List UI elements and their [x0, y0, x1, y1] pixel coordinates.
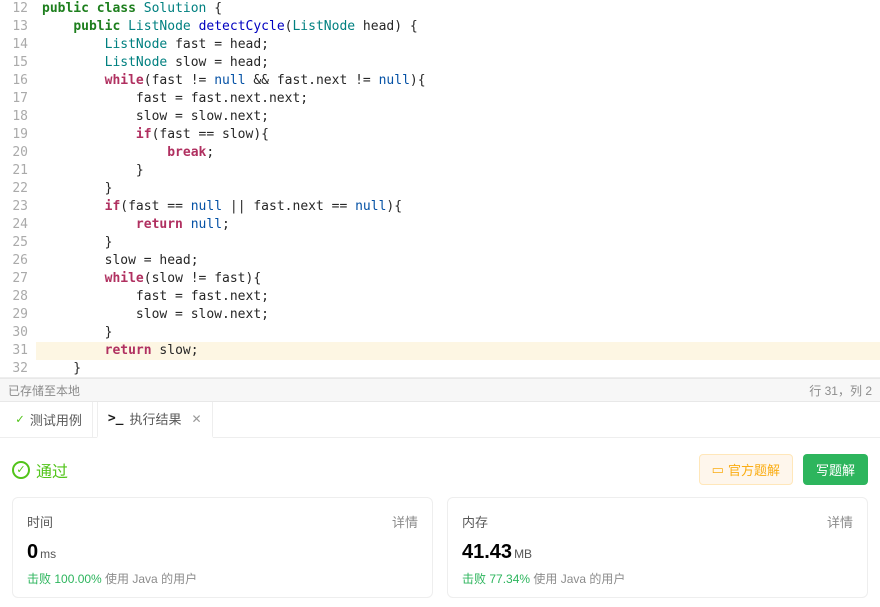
line-number: 27	[0, 270, 28, 288]
tab-result-label: 执行结果	[130, 409, 182, 428]
code-line[interactable]: }	[36, 324, 880, 342]
line-number: 22	[0, 180, 28, 198]
pass-label: 通过	[36, 458, 68, 482]
code-line[interactable]: public ListNode detectCycle(ListNode hea…	[36, 18, 880, 36]
line-number: 25	[0, 234, 28, 252]
close-icon[interactable]: ✕	[192, 412, 202, 426]
code-line[interactable]: if(fast == slow){	[36, 126, 880, 144]
time-beat-suffix: 使用 Java 的用户	[102, 572, 197, 586]
stats-row: 时间 详情 0ms 击败 100.00% 使用 Java 的用户 内存 详情 4…	[0, 497, 880, 598]
editor-statusbar: 已存储至本地 行 31，列 2	[0, 378, 880, 402]
pass-status: ✓ 通过	[12, 458, 68, 482]
memory-title: 内存	[462, 512, 488, 531]
line-number: 13	[0, 18, 28, 36]
code-line[interactable]: break;	[36, 144, 880, 162]
line-number: 18	[0, 108, 28, 126]
time-value: 0ms	[27, 541, 418, 564]
line-gutter: 1213141516171819202122232425262728293031…	[0, 0, 36, 377]
official-solution-label: 官方题解	[728, 460, 780, 479]
terminal-icon: >_	[108, 411, 124, 426]
book-icon: ▭	[712, 462, 724, 478]
result-tabs: ✓ 测试用例 >_ 执行结果 ✕	[0, 402, 880, 438]
line-number: 20	[0, 144, 28, 162]
memory-beat-suffix: 使用 Java 的用户	[530, 572, 625, 586]
code-editor[interactable]: 1213141516171819202122232425262728293031…	[0, 0, 880, 378]
time-panel: 时间 详情 0ms 击败 100.00% 使用 Java 的用户	[12, 497, 433, 598]
time-beat: 击败 100.00% 使用 Java 的用户	[27, 570, 418, 587]
cursor-position: 行 31，列 2	[809, 382, 872, 399]
line-number: 16	[0, 72, 28, 90]
line-number: 15	[0, 54, 28, 72]
code-area[interactable]: public class Solution { public ListNode …	[36, 0, 880, 377]
code-line[interactable]: ListNode slow = head;	[36, 54, 880, 72]
official-solution-button[interactable]: ▭ 官方题解	[699, 454, 793, 485]
line-number: 29	[0, 306, 28, 324]
code-line[interactable]: }	[36, 234, 880, 252]
write-solution-label: 写题解	[816, 460, 855, 479]
memory-value: 41.43MB	[462, 541, 853, 564]
code-line[interactable]: fast = fast.next;	[36, 288, 880, 306]
line-number: 14	[0, 36, 28, 54]
memory-number: 41.43	[462, 541, 512, 563]
check-icon: ✓	[16, 412, 24, 427]
line-number: 12	[0, 0, 28, 18]
memory-beat-prefix: 击败	[462, 572, 489, 586]
result-header: ✓ 通过 ▭ 官方题解 写题解	[0, 438, 880, 497]
code-line[interactable]: return slow;	[36, 342, 880, 360]
time-title: 时间	[27, 512, 53, 531]
check-circle-icon: ✓	[12, 461, 30, 479]
code-line[interactable]: while(fast != null && fast.next != null)…	[36, 72, 880, 90]
line-number: 26	[0, 252, 28, 270]
tab-testcase[interactable]: ✓ 测试用例	[6, 402, 93, 438]
result-buttons: ▭ 官方题解 写题解	[699, 454, 868, 485]
saved-indicator: 已存储至本地	[8, 382, 80, 399]
tab-testcase-label: 测试用例	[30, 410, 82, 429]
line-number: 24	[0, 216, 28, 234]
code-line[interactable]: fast = fast.next.next;	[36, 90, 880, 108]
time-beat-pct: 100.00%	[54, 572, 101, 586]
code-line[interactable]: ListNode fast = head;	[36, 36, 880, 54]
time-number: 0	[27, 541, 38, 563]
code-line[interactable]: if(fast == null || fast.next == null){	[36, 198, 880, 216]
line-number: 17	[0, 90, 28, 108]
memory-detail-link[interactable]: 详情	[827, 512, 853, 531]
code-line[interactable]: slow = head;	[36, 252, 880, 270]
line-number: 31	[0, 342, 28, 360]
time-beat-prefix: 击败	[27, 572, 54, 586]
memory-beat-pct: 77.34%	[489, 572, 530, 586]
write-solution-button[interactable]: 写题解	[803, 454, 868, 485]
time-detail-link[interactable]: 详情	[392, 512, 418, 531]
memory-beat: 击败 77.34% 使用 Java 的用户	[462, 570, 853, 587]
line-number: 30	[0, 324, 28, 342]
code-line[interactable]: }	[36, 180, 880, 198]
line-number: 32	[0, 360, 28, 378]
line-number: 21	[0, 162, 28, 180]
memory-unit: MB	[514, 547, 532, 561]
code-line[interactable]: slow = slow.next;	[36, 306, 880, 324]
time-unit: ms	[40, 547, 56, 561]
memory-panel: 内存 详情 41.43MB 击败 77.34% 使用 Java 的用户	[447, 497, 868, 598]
line-number: 23	[0, 198, 28, 216]
tab-result[interactable]: >_ 执行结果 ✕	[97, 402, 213, 438]
line-number: 19	[0, 126, 28, 144]
code-line[interactable]: while(slow != fast){	[36, 270, 880, 288]
code-line[interactable]: }	[36, 162, 880, 180]
code-line[interactable]: public class Solution {	[36, 0, 880, 18]
code-line[interactable]: return null;	[36, 216, 880, 234]
code-line[interactable]: }	[36, 360, 880, 378]
line-number: 28	[0, 288, 28, 306]
code-line[interactable]: slow = slow.next;	[36, 108, 880, 126]
